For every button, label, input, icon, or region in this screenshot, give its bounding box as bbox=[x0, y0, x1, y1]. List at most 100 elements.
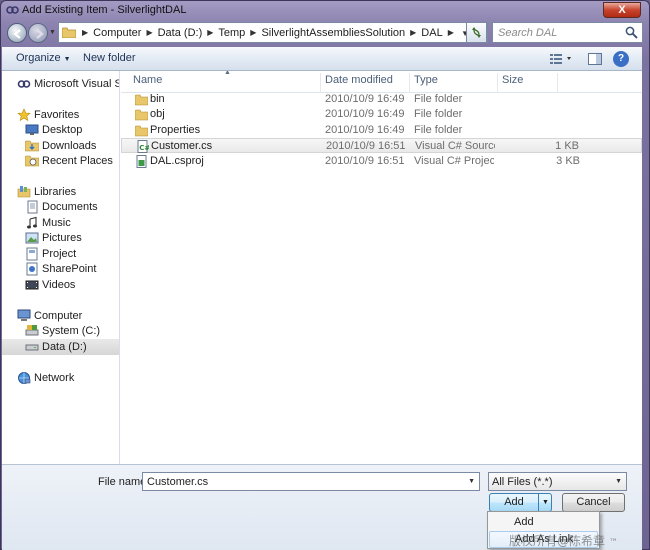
table-row[interactable]: bin 2010/10/9 16:49 File folder bbox=[121, 92, 642, 107]
folder-icon bbox=[135, 94, 148, 106]
chevron-down-icon[interactable]: ▼ bbox=[615, 478, 622, 485]
file-type: Visual C# Source f... bbox=[415, 140, 495, 152]
computer-icon bbox=[17, 309, 31, 321]
nav-item-sharepoint[interactable]: SharePoint bbox=[2, 261, 119, 277]
pictures-icon bbox=[25, 232, 39, 244]
forward-button[interactable] bbox=[28, 23, 48, 43]
breadcrumb-separator[interactable]: ▶ bbox=[79, 28, 91, 37]
nav-item-videos[interactable]: Videos bbox=[2, 277, 119, 293]
search-icon[interactable] bbox=[625, 26, 638, 39]
nav-item-label: Recent Places bbox=[42, 155, 113, 167]
back-button[interactable] bbox=[7, 23, 27, 43]
chevron-down-icon[interactable]: ▼ bbox=[538, 494, 552, 511]
nav-item-data-drive[interactable]: Data (D:) bbox=[2, 339, 119, 355]
watermark-text: 版权所有@陈希章 bbox=[509, 534, 606, 548]
nav-item-label: Videos bbox=[42, 279, 76, 291]
preview-pane-button[interactable] bbox=[587, 51, 603, 67]
file-name-field[interactable]: Customer.cs ▼ bbox=[142, 472, 480, 491]
breadcrumb-separator[interactable]: ▶ bbox=[247, 28, 259, 37]
nav-item-music[interactable]: Music bbox=[2, 215, 119, 231]
file-size: 1 KB bbox=[555, 140, 579, 152]
column-header-name[interactable]: Name bbox=[129, 73, 321, 93]
csproj-file-icon bbox=[136, 155, 147, 168]
new-folder-button[interactable]: New folder bbox=[83, 52, 136, 64]
file-list: ▲ Name Date modified Type Size bin 2010/… bbox=[121, 71, 642, 464]
file-type-filter[interactable]: All Files (*.*) ▼ bbox=[488, 472, 627, 491]
trademark-symbol: ™ bbox=[609, 538, 619, 548]
breadcrumb-dal[interactable]: DAL bbox=[419, 27, 444, 39]
file-name: Properties bbox=[150, 124, 201, 136]
nav-item-system-drive[interactable]: System (C:) bbox=[2, 323, 119, 339]
nav-item-label: Network bbox=[34, 372, 75, 384]
file-type: File folder bbox=[414, 108, 463, 120]
add-split-button[interactable]: Add ▼ bbox=[489, 493, 552, 512]
watermark: 版权所有@陈希章 ™ bbox=[509, 532, 618, 549]
nav-item-documents[interactable]: Documents bbox=[2, 199, 119, 215]
column-header-date-modified[interactable]: Date modified bbox=[321, 73, 410, 93]
breadcrumb-separator[interactable]: ▶ bbox=[204, 28, 216, 37]
sharepoint-icon bbox=[26, 262, 38, 276]
file-name: DAL.csproj bbox=[150, 155, 204, 167]
browser-body: Microsoft Visual Studi Favorites Desktop… bbox=[2, 71, 642, 464]
nav-item-microsoft-visual-studio[interactable]: Microsoft Visual Studi bbox=[2, 76, 119, 92]
close-button[interactable]: X bbox=[603, 2, 641, 18]
file-type: File folder bbox=[414, 124, 463, 136]
refresh-icon bbox=[472, 27, 481, 38]
organize-button[interactable]: Organize ▼ bbox=[16, 52, 71, 64]
breadcrumb-separator[interactable]: ▶ bbox=[143, 28, 155, 37]
nav-item-label: Libraries bbox=[34, 186, 77, 198]
search-box[interactable]: Search DAL bbox=[492, 22, 643, 43]
nav-item-desktop[interactable]: Desktop bbox=[2, 122, 119, 138]
file-size: 3 KB bbox=[556, 155, 580, 167]
table-row[interactable]: obj 2010/10/9 16:49 File folder bbox=[121, 107, 642, 122]
table-row-selected[interactable]: C# Customer.cs 2010/10/9 16:51 Visual C#… bbox=[121, 138, 642, 153]
details-view-icon bbox=[550, 54, 571, 64]
breadcrumb-computer[interactable]: Computer bbox=[91, 27, 143, 39]
nav-item-project[interactable]: Project bbox=[2, 246, 119, 262]
help-button[interactable]: ? bbox=[613, 51, 629, 67]
chevron-down-icon[interactable]: ▼ bbox=[468, 478, 475, 485]
table-row[interactable]: Properties 2010/10/9 16:49 File folder bbox=[121, 123, 642, 138]
column-header-size[interactable]: Size bbox=[498, 73, 558, 93]
nav-item-label: System (C:) bbox=[42, 325, 101, 337]
project-icon bbox=[26, 247, 38, 261]
libraries-icon bbox=[17, 186, 31, 198]
breadcrumb-solution[interactable]: SilverlightAssembliesSolution bbox=[259, 27, 407, 39]
menu-item-add[interactable]: Add bbox=[489, 514, 598, 531]
add-button-label[interactable]: Add bbox=[490, 494, 538, 511]
recent-places-icon bbox=[25, 155, 39, 167]
chevron-down-icon: ▼ bbox=[63, 56, 71, 63]
desktop-icon bbox=[25, 124, 39, 135]
back-arrow-icon bbox=[13, 29, 21, 39]
breadcrumb-data-drive[interactable]: Data (D:) bbox=[156, 27, 205, 39]
svg-text:C#: C# bbox=[139, 144, 149, 152]
breadcrumb-temp[interactable]: Temp bbox=[216, 27, 247, 39]
file-type-filter-value: All Files (*.*) bbox=[492, 476, 553, 488]
nav-item-pictures[interactable]: Pictures bbox=[2, 230, 119, 246]
file-name: bin bbox=[150, 93, 165, 105]
nav-item-recent-places[interactable]: Recent Places bbox=[2, 153, 119, 169]
address-bar[interactable]: ▶ Computer ▶ Data (D:) ▶ Temp ▶ Silverli… bbox=[58, 22, 488, 43]
cancel-button[interactable]: Cancel bbox=[562, 493, 625, 512]
table-row[interactable]: DAL.csproj 2010/10/9 16:51 Visual C# Pro… bbox=[121, 154, 642, 169]
nav-item-libraries[interactable]: Libraries bbox=[2, 184, 119, 200]
breadcrumb-separator[interactable]: ▶ bbox=[407, 28, 419, 37]
nav-item-network[interactable]: Network bbox=[2, 370, 119, 386]
recent-pages-dropdown-icon[interactable]: ▼ bbox=[49, 29, 57, 37]
folder-icon bbox=[62, 27, 76, 38]
nav-item-downloads[interactable]: Downloads bbox=[2, 138, 119, 154]
videos-icon bbox=[25, 280, 39, 290]
nav-item-label: Computer bbox=[34, 310, 83, 322]
file-type: Visual C# Project f... bbox=[414, 155, 494, 167]
column-header-type[interactable]: Type bbox=[410, 73, 498, 93]
navigation-pane: Microsoft Visual Studi Favorites Desktop… bbox=[2, 71, 120, 464]
preview-pane-icon bbox=[588, 53, 602, 65]
breadcrumb-separator[interactable]: ▶ bbox=[445, 28, 457, 37]
drive-icon bbox=[25, 325, 39, 336]
nav-item-favorites[interactable]: Favorites bbox=[2, 107, 119, 123]
nav-item-label: Desktop bbox=[42, 124, 83, 136]
csharp-file-icon: C# bbox=[137, 140, 149, 153]
change-view-button[interactable] bbox=[548, 51, 576, 67]
refresh-button[interactable] bbox=[466, 22, 487, 43]
nav-item-computer[interactable]: Computer bbox=[2, 308, 119, 324]
